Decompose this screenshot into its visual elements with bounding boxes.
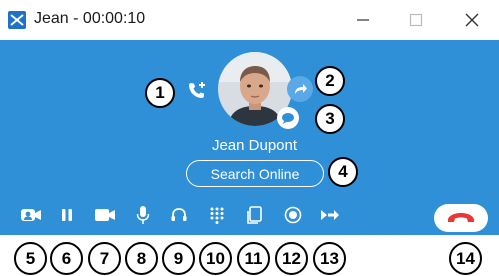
callout-1: 1 <box>145 78 175 108</box>
callout-12: 12 <box>275 242 308 275</box>
chat-icon <box>282 113 294 124</box>
phone-add-icon <box>189 82 205 98</box>
callout-2: 2 <box>315 66 345 96</box>
screen-share-button[interactable] <box>240 200 270 230</box>
add-call-button[interactable] <box>183 76 213 106</box>
call-window: Jean - 00:00:10 Jean Dupont Search Onlin… <box>0 0 499 276</box>
callout-7: 7 <box>88 242 121 275</box>
callout-11: 11 <box>237 242 270 275</box>
forward-arrow-icon <box>295 84 307 94</box>
transfer-icon <box>321 210 339 220</box>
callout-6: 6 <box>50 242 83 275</box>
record-button[interactable] <box>278 200 308 230</box>
screen-share-icon <box>247 206 262 224</box>
camera-button[interactable] <box>90 200 120 230</box>
contact-name: Jean Dupont <box>211 137 298 154</box>
headset-icon <box>171 208 187 221</box>
callout-14: 14 <box>449 242 482 275</box>
callout-10: 10 <box>199 242 232 275</box>
dialpad-button[interactable] <box>202 200 232 230</box>
callout-5: 5 <box>14 242 47 275</box>
transfer-button[interactable] <box>315 200 345 230</box>
video-contact-icon <box>21 209 41 221</box>
pause-icon <box>62 209 72 221</box>
callout-13: 13 <box>313 242 346 275</box>
callout-3: 3 <box>315 104 345 134</box>
camera-icon <box>95 209 115 221</box>
search-online-button[interactable]: Search Online <box>186 160 324 187</box>
minimize-icon <box>357 19 369 21</box>
app-logo-icon <box>8 11 26 29</box>
forward-button[interactable] <box>287 76 313 102</box>
chat-button[interactable] <box>277 107 299 129</box>
audio-device-button[interactable] <box>164 200 194 230</box>
title-bar: Jean - 00:00:10 <box>0 0 499 41</box>
hold-button[interactable] <box>52 200 82 230</box>
callout-9: 9 <box>162 242 195 275</box>
dialpad-icon <box>210 207 224 224</box>
close-icon <box>465 13 479 27</box>
close-button[interactable] <box>460 10 484 30</box>
callout-4: 4 <box>328 157 358 187</box>
maximize-button[interactable] <box>404 10 428 30</box>
video-contact-button[interactable] <box>16 200 46 230</box>
hang-up-button[interactable] <box>434 204 488 232</box>
hang-up-icon <box>448 213 474 222</box>
callout-8: 8 <box>125 242 158 275</box>
microphone-icon <box>136 206 150 224</box>
mute-button[interactable] <box>128 200 158 230</box>
window-title: Jean - 00:00:10 <box>34 10 146 27</box>
maximize-icon <box>409 13 423 27</box>
minimize-button[interactable] <box>351 10 375 30</box>
record-icon <box>284 206 302 224</box>
